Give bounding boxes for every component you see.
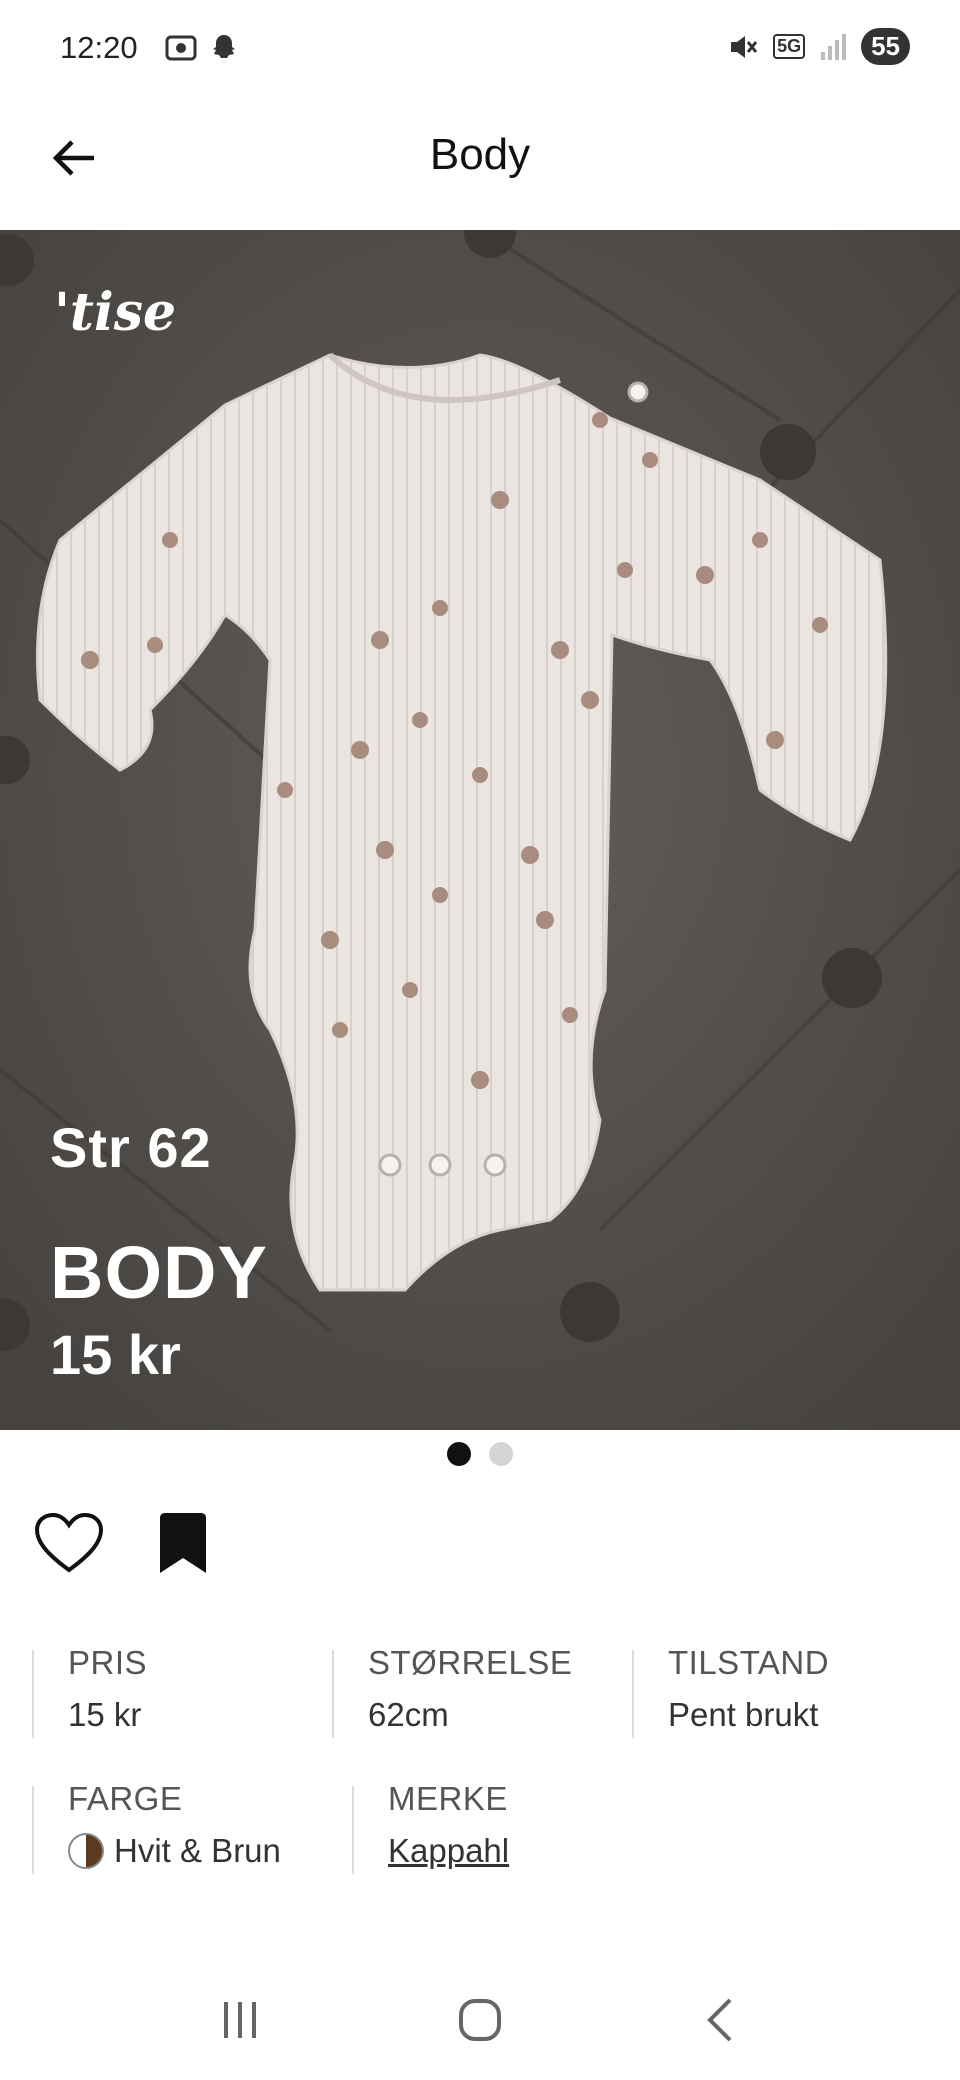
- detail-color: FARGE Hvit & Brun: [32, 1780, 352, 1874]
- product-image-carousel[interactable]: 'tise Str 62 BODY 15 kr: [0, 230, 960, 1430]
- product-details: PRIS 15 kr STØRRELSE 62cm TILSTAND Pent …: [32, 1644, 932, 1922]
- heart-icon: [34, 1512, 104, 1573]
- pager-dot-active[interactable]: [447, 1442, 471, 1466]
- brand-label: MERKE: [388, 1780, 508, 1817]
- color-swatch-icon: [68, 1833, 104, 1869]
- detail-condition: TILSTAND Pent brukt: [632, 1644, 932, 1738]
- details-row: PRIS 15 kr STØRRELSE 62cm TILSTAND Pent …: [32, 1644, 932, 1738]
- detail-brand: MERKE Kappahl: [352, 1780, 672, 1874]
- condition-label: TILSTAND: [668, 1644, 830, 1681]
- price-label: PRIS: [68, 1644, 148, 1681]
- price-value: 15 kr: [68, 1696, 142, 1733]
- details-row: FARGE Hvit & Brun MERKE Kappahl: [32, 1780, 932, 1874]
- battery-indicator: 55: [861, 28, 910, 65]
- size-label: STØRRELSE: [368, 1644, 573, 1681]
- status-bar: 12:20 5G 55: [0, 0, 960, 100]
- home-icon: [459, 1999, 501, 2041]
- signal-icon: [821, 33, 847, 60]
- detail-size: STØRRELSE 62cm: [332, 1644, 632, 1738]
- status-system-icons: 5G 55: [725, 28, 910, 65]
- app-header: Body: [0, 100, 960, 230]
- pager-dot[interactable]: [489, 1442, 513, 1466]
- screenshot-icon: [165, 35, 197, 61]
- snapchat-icon: [213, 35, 235, 58]
- brand-link[interactable]: Kappahl: [388, 1832, 509, 1870]
- bookmark-icon: [160, 1513, 206, 1573]
- status-time: 12:20: [60, 30, 138, 65]
- tise-logo: 'tise: [54, 282, 177, 343]
- network-type-label: 5G: [773, 34, 806, 59]
- status-notification-icons: [164, 32, 240, 64]
- like-button[interactable]: [34, 1508, 104, 1578]
- brand-value: Kappahl: [388, 1832, 672, 1870]
- condition-value: Pent brukt: [668, 1696, 819, 1733]
- save-button[interactable]: [148, 1508, 218, 1578]
- recent-apps-button[interactable]: [200, 1980, 280, 2060]
- system-nav-bar: [0, 1975, 960, 2065]
- overlay-title-text: BODY: [50, 1231, 268, 1314]
- size-value: 62cm: [368, 1696, 449, 1733]
- home-button[interactable]: [440, 1980, 520, 2060]
- color-value-text: Hvit & Brun: [114, 1832, 281, 1869]
- overlay-size-text: Str 62: [50, 1116, 212, 1179]
- carousel-pager: [0, 1442, 960, 1466]
- color-value: Hvit & Brun: [68, 1832, 352, 1870]
- chevron-left-icon: [707, 1998, 732, 2042]
- color-label: FARGE: [68, 1780, 183, 1817]
- mute-icon: [731, 35, 758, 58]
- overlay-price-text: 15 kr: [50, 1323, 181, 1386]
- recent-apps-icon: [224, 2002, 256, 2038]
- system-back-button[interactable]: [680, 1980, 760, 2060]
- page-title: Body: [429, 130, 531, 179]
- product-actions: [34, 1508, 218, 1578]
- detail-price: PRIS 15 kr: [32, 1644, 332, 1738]
